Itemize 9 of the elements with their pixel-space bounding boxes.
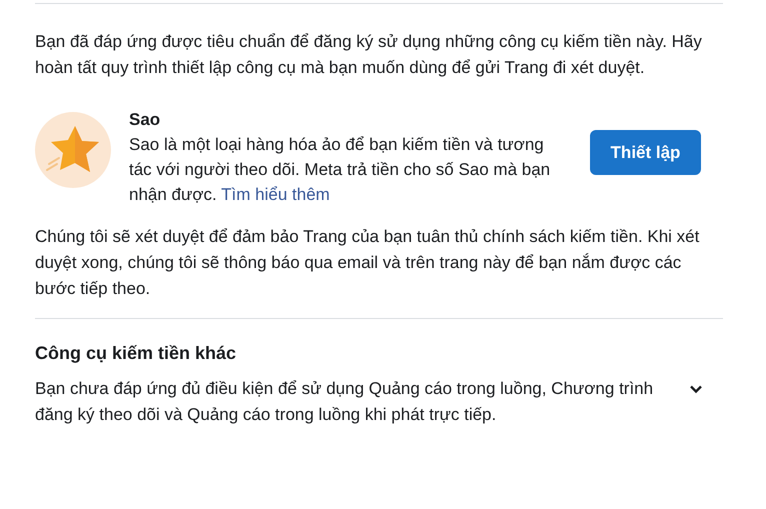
review-note: Chúng tôi sẽ xét duyệt để đảm bảo Trang của bạn tuân thủ chính sách kiếm tiền. Khi xét duyệt xong, chúng tôi sẽ thông báo qua email và trên trang này để bạn nắm được các bước tiếp theo. (35, 226, 700, 300)
learn-more-link[interactable]: Tìm hiểu thêm (221, 185, 330, 204)
setup-button[interactable]: Thiết lập (590, 130, 701, 175)
tool-title: Sao (129, 109, 162, 131)
chevron-icon[interactable] (689, 385, 703, 394)
intro-text: Bạn đã đáp ứng được tiêu chuẩn để đăng ký sử dụng những công cụ kiếm tiền này. Hãy hoàn tất quy trình thiết lập công cụ mà bạn muốn dùng để gửi Trang đi xét duyệt. (35, 31, 703, 79)
section-heading: Công cụ kiếm tiền khác (35, 342, 238, 365)
tool-description: Sao là một loại hàng hóa ảo để bạn kiếm tiền và tương tác với người theo dõi. Meta trả tiền cho số Sao mà bạn nhận được. Tìm hiểu thêm (129, 134, 552, 206)
section-description: Bạn chưa đáp ứng đủ điều kiện để sử dụng Quảng cáo trong luồng, Chương trình đăng ký theo dõi và Quảng cáo trong luồng khi phát trực tiếp. (35, 378, 654, 426)
